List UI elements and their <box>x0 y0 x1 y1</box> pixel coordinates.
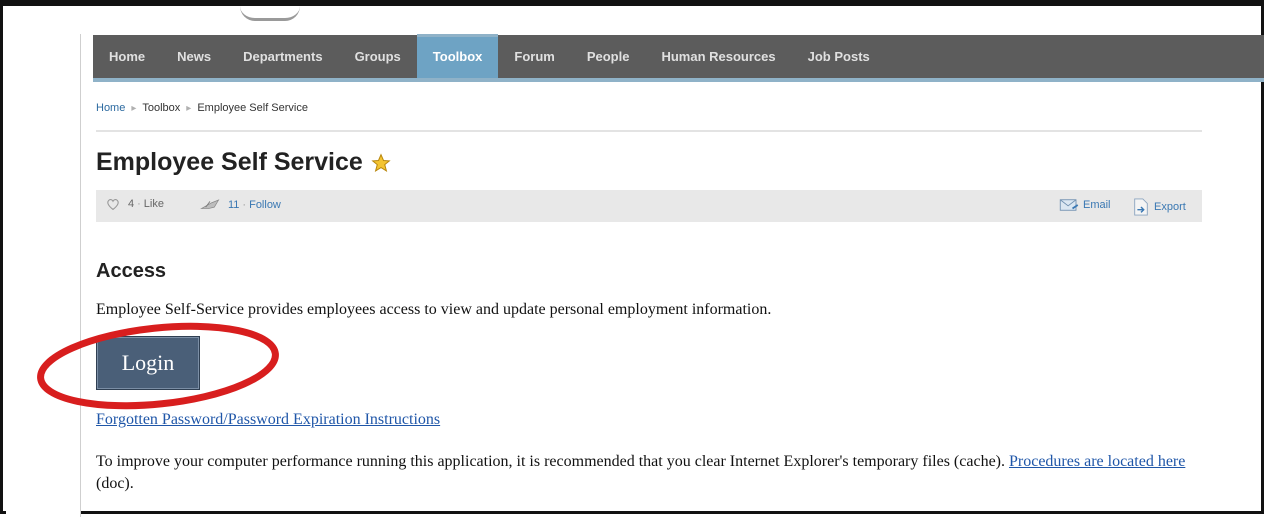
performance-text: To improve your computer performance run… <box>96 453 1009 470</box>
like-count: 4 <box>128 198 135 210</box>
follow-action[interactable]: 11 · Follow <box>200 198 281 212</box>
header-decoration <box>240 6 300 21</box>
breadcrumb-home[interactable]: Home <box>96 102 125 114</box>
export-action[interactable]: Export <box>1133 198 1186 216</box>
nav-people[interactable]: People <box>571 33 646 80</box>
divider <box>96 130 1202 132</box>
like-action[interactable]: 4 · Like <box>106 198 164 210</box>
breadcrumb-separator-icon: ▸ <box>186 103 192 114</box>
follow-icon <box>200 199 220 209</box>
export-icon <box>1134 198 1148 216</box>
nav-toolbox[interactable]: Toolbox <box>416 33 499 78</box>
email-label: Email <box>1083 199 1111 211</box>
nav-home[interactable]: Home <box>93 33 161 80</box>
procedures-link[interactable]: Procedures are located here <box>1009 453 1185 470</box>
like-separator: · <box>137 198 141 210</box>
breadcrumb-toolbox[interactable]: Toolbox <box>142 102 180 114</box>
page-title: Employee Self Service <box>96 148 391 177</box>
star-icon[interactable] <box>371 152 391 173</box>
export-label: Export <box>1154 201 1186 213</box>
performance-text-end: (doc). <box>96 475 134 492</box>
email-action[interactable]: Email <box>1059 198 1111 212</box>
heart-icon <box>107 199 119 210</box>
access-heading: Access <box>96 260 167 282</box>
nav-groups[interactable]: Groups <box>339 33 417 80</box>
like-label: Like <box>143 198 164 210</box>
access-description: Employee Self-Service provides employees… <box>96 301 772 318</box>
left-panel <box>6 12 81 517</box>
forgot-password-link[interactable]: Forgotten Password/Password Expiration I… <box>96 411 440 429</box>
main-nav: Home News Departments Groups Toolbox For… <box>93 33 1264 82</box>
breadcrumb-current: Employee Self Service <box>197 102 308 114</box>
follow-label: Follow <box>249 199 281 211</box>
follow-separator: · <box>242 199 247 211</box>
nav-job-posts[interactable]: Job Posts <box>792 33 886 80</box>
nav-forum[interactable]: Forum <box>498 33 570 80</box>
nav-departments[interactable]: Departments <box>227 33 338 80</box>
login-button[interactable]: Login <box>96 336 200 390</box>
breadcrumb: Home ▸ Toolbox ▸ Employee Self Service <box>96 102 308 114</box>
nav-news[interactable]: News <box>161 33 227 80</box>
follow-count: 11 <box>228 199 240 211</box>
nav-human-resources[interactable]: Human Resources <box>645 33 791 80</box>
breadcrumb-separator-icon: ▸ <box>131 103 137 114</box>
performance-note: To improve your computer performance run… <box>96 451 1206 495</box>
email-icon <box>1059 199 1079 211</box>
page-title-text: Employee Self Service <box>96 148 363 176</box>
action-bar: 4 · Like 11 · Follow Email Export <box>96 190 1202 222</box>
